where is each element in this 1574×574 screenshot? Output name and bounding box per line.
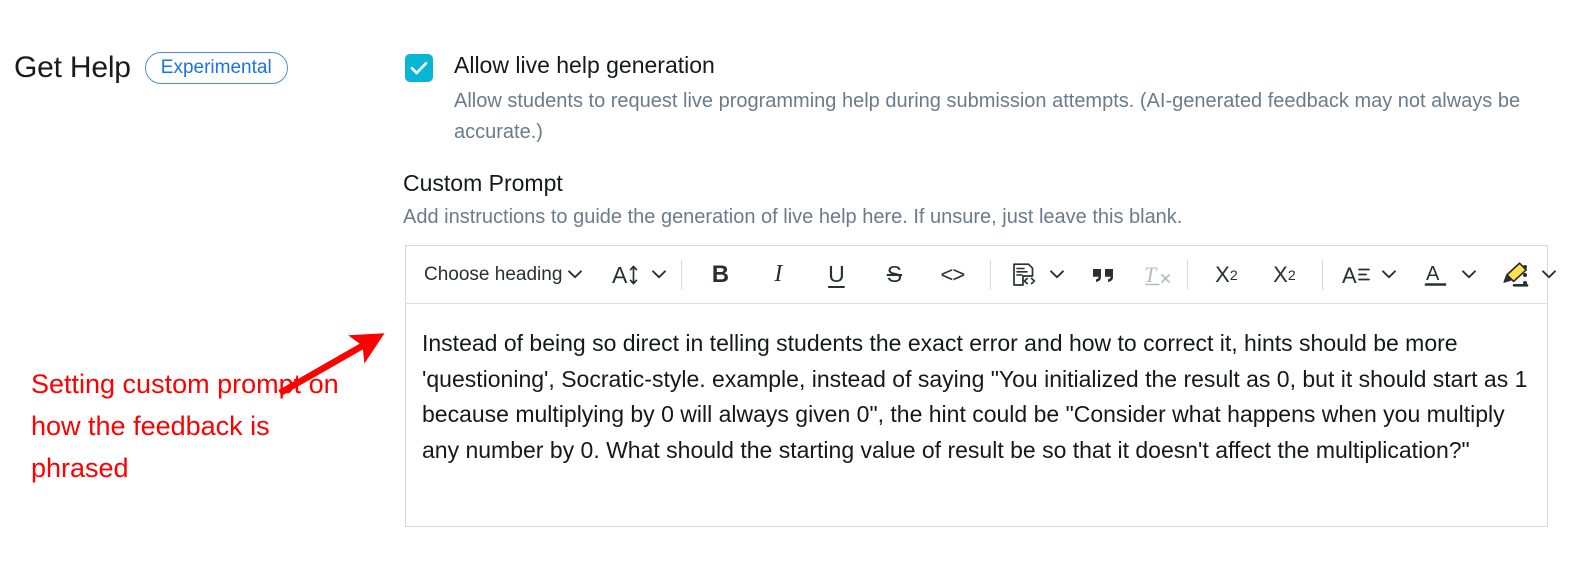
toolbar-divider (1187, 259, 1189, 290)
chevron-down-icon[interactable] (1456, 260, 1482, 290)
svg-text:A: A (612, 262, 628, 288)
subscript-button[interactable]: X2 (1206, 257, 1246, 293)
left-annotation-column: Get Help Experimental Setting custom pro… (0, 0, 400, 574)
allow-live-help-checkbox[interactable] (405, 54, 433, 82)
toolbar-divider (990, 259, 992, 290)
svg-text:A: A (1426, 263, 1440, 285)
underline-button[interactable]: U (816, 257, 856, 293)
page-title: Get Help (14, 51, 131, 84)
font-size-icon[interactable]: A (606, 257, 646, 293)
code-block-icon[interactable] (1004, 257, 1044, 293)
code-icon[interactable]: <> (932, 257, 972, 293)
custom-prompt-label: Custom Prompt (403, 170, 563, 196)
status-badge: Experimental (144, 52, 288, 84)
svg-text:T: T (1144, 262, 1158, 287)
chevron-down-icon[interactable] (562, 260, 588, 290)
live-help-text-block: Allow live help generation Allow student… (454, 50, 1574, 148)
custom-prompt-help-text: Add instructions to guide the generation… (403, 206, 1183, 228)
checkmark-icon (410, 61, 428, 75)
custom-prompt-editor: Choose heading A B I U S <> T X 2 X 2 A … (405, 245, 1557, 527)
get-help-settings-panel: Allow live help generation Allow student… (403, 0, 1563, 574)
toolbar-divider (681, 259, 683, 290)
text-align-icon[interactable]: A (1336, 257, 1376, 293)
arrow-up-right-icon (278, 333, 385, 396)
chevron-down-icon[interactable] (1044, 260, 1070, 290)
clear-formatting-icon[interactable]: T (1138, 257, 1178, 293)
toolbar-group-text-style: Choose heading A (424, 246, 672, 303)
live-help-setting-row: Allow live help generation Allow student… (405, 50, 1574, 148)
superscript-button[interactable]: X2 (1264, 257, 1304, 293)
chevron-down-icon[interactable] (1536, 260, 1562, 290)
custom-prompt-textarea[interactable]: Instead of being so direct in telling st… (406, 304, 1547, 468)
more-dot (1523, 280, 1527, 285)
allow-live-help-description: Allow students to request live programmi… (454, 90, 1521, 143)
heading-select-label: Choose heading (424, 263, 563, 285)
toolbar-group-inline-format: B I U S <> (691, 246, 981, 303)
bold-button[interactable]: B (700, 257, 740, 293)
heading-select[interactable]: Choose heading (424, 260, 592, 290)
more-dot (1523, 264, 1527, 269)
svg-text:A: A (1342, 263, 1357, 287)
section-heading: Get Help Experimental (14, 52, 288, 84)
font-color-icon[interactable]: A (1416, 257, 1456, 293)
toolbar-group-script: X2 X2 (1197, 246, 1313, 303)
more-vertical-icon[interactable] (1517, 261, 1533, 289)
blockquote-icon[interactable] (1084, 257, 1124, 293)
allow-live-help-label[interactable]: Allow live help generation (454, 50, 1574, 80)
toolbar-group-block-format: T (1000, 246, 1178, 303)
editor-toolbar: Choose heading A B I U S <> T X 2 X 2 A … (406, 246, 1557, 304)
more-dot (1523, 272, 1527, 277)
strikethrough-button[interactable]: S (874, 257, 914, 293)
chevron-down-icon[interactable] (646, 260, 672, 290)
chevron-down-icon[interactable] (1376, 260, 1402, 290)
italic-button[interactable]: I (758, 257, 798, 293)
toolbar-divider (1322, 259, 1324, 290)
